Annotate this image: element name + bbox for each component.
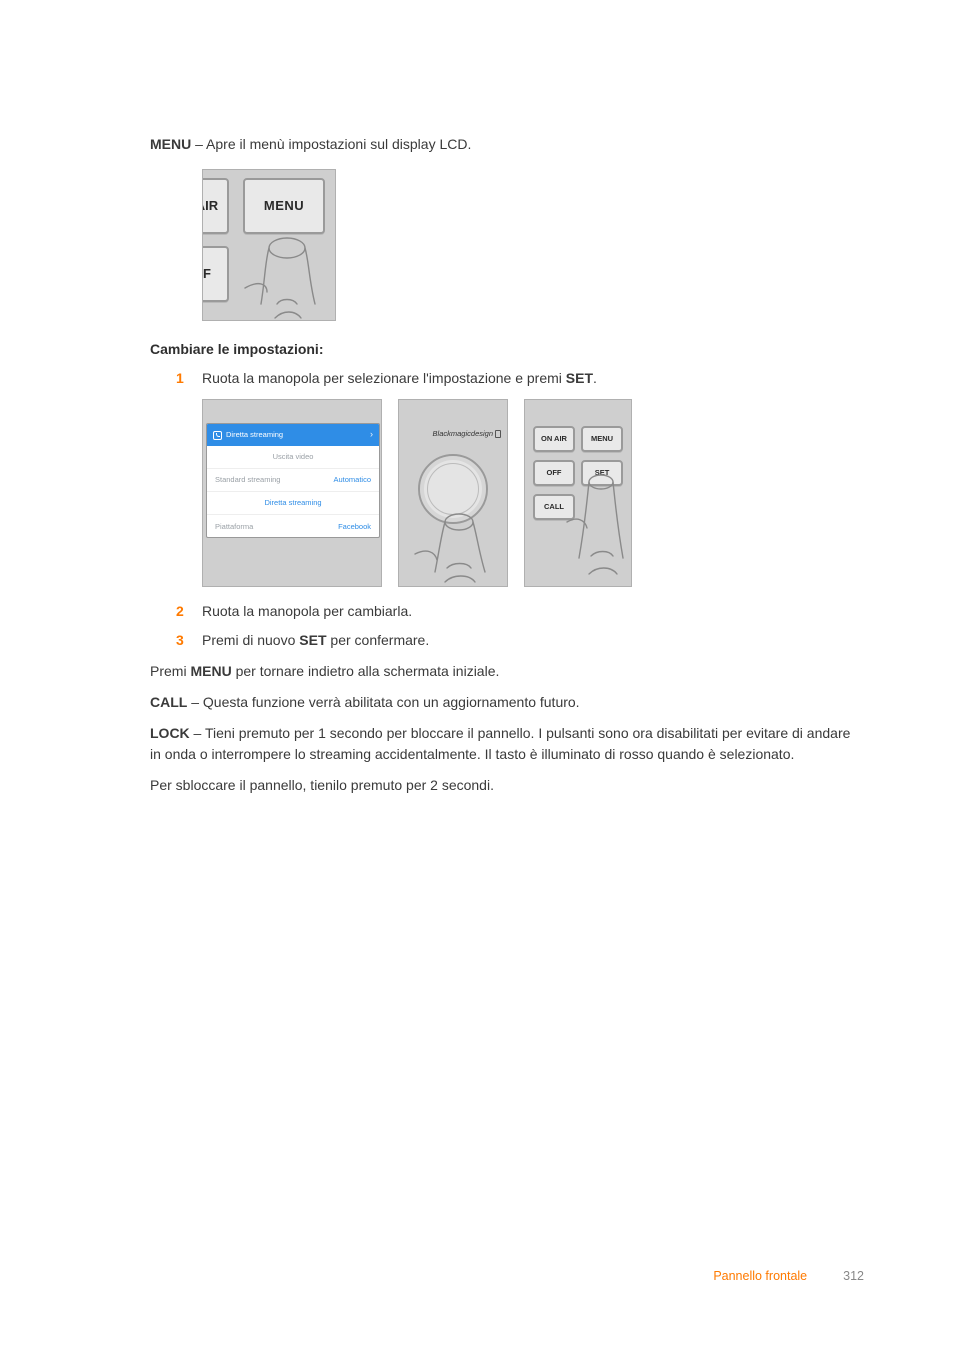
finger-icon (237, 232, 331, 321)
t: LOCK (150, 725, 190, 741)
t: Premi di nuovo (202, 632, 299, 648)
knob-panel: Blackmagicdesign (398, 399, 508, 587)
usb-icon (495, 430, 501, 438)
t: – Tieni premuto per 1 secondo per blocca… (150, 725, 850, 762)
t: SET (566, 370, 593, 386)
finger-icon (405, 512, 505, 587)
step-number: 1 (176, 368, 202, 389)
f-button: F (202, 246, 229, 302)
step-number: 2 (176, 601, 202, 622)
intro-paragraph: MENU – Apre il menù impostazioni sul dis… (150, 134, 864, 155)
page-footer: Pannello frontale 312 (150, 1267, 864, 1286)
t: . (593, 370, 597, 386)
t: Diretta streaming (264, 497, 321, 508)
on-air-button: ON AIR (533, 426, 575, 452)
t: CALL (150, 694, 187, 710)
t: Blackmagicdesign (433, 429, 493, 438)
lcd-title: Diretta streaming (226, 429, 283, 440)
step-2: 2 Ruota la manopola per cambiarla. (150, 601, 864, 622)
t: Uscita video (273, 451, 314, 462)
figure-lcd-knob-buttons: Diretta streaming › Uscita video Standar… (202, 399, 864, 587)
stream-icon (213, 431, 222, 440)
intro-text: – Apre il menù impostazioni sul display … (191, 136, 471, 152)
menu-label: MENU (264, 196, 304, 216)
buttons-panel: ON AIR MENU OFF SET CALL (524, 399, 632, 587)
intro-label: MENU (150, 136, 191, 152)
footer-section: Pannello frontale (713, 1267, 807, 1286)
menu-button: MENU (243, 178, 325, 234)
lcd-screen: Diretta streaming › Uscita video Standar… (206, 423, 380, 538)
t: OFF (547, 467, 562, 478)
step-text: Premi di nuovo SET per confermare. (202, 630, 864, 651)
air-button: AIR (202, 178, 229, 234)
t: MENU (591, 433, 613, 444)
lcd-panel: Diretta streaming › Uscita video Standar… (202, 399, 382, 587)
t: Facebook (338, 521, 371, 532)
t: Automatico (333, 474, 371, 485)
t: per tornare indietro alla schermata iniz… (232, 663, 500, 679)
section-heading: Cambiare le impostazioni: (150, 339, 864, 360)
air-label: AIR (202, 196, 218, 216)
step-1: 1 Ruota la manopola per selezionare l'im… (150, 368, 864, 389)
unlock-paragraph: Per sbloccare il pannello, tienilo premu… (150, 775, 864, 796)
finger-icon (565, 472, 632, 587)
brand-label: Blackmagicdesign (399, 428, 501, 439)
t: MENU (190, 663, 231, 679)
lcd-row-selected: Diretta streaming (207, 492, 379, 515)
menu-button: MENU (581, 426, 623, 452)
lock-paragraph: LOCK – Tieni premuto per 1 secondo per b… (150, 723, 864, 765)
step-text: Ruota la manopola per cambiarla. (202, 601, 864, 622)
lcd-header: Diretta streaming › (207, 424, 379, 446)
t: CALL (544, 501, 564, 512)
t: per confermare. (327, 632, 430, 648)
press-menu-paragraph: Premi MENU per tornare indietro alla sch… (150, 661, 864, 682)
t: Standard streaming (215, 474, 280, 485)
t: Ruota la manopola per selezionare l'impo… (202, 370, 566, 386)
t: – Questa funzione verrà abilitata con un… (187, 694, 579, 710)
t: Premi (150, 663, 190, 679)
step-text: Ruota la manopola per selezionare l'impo… (202, 368, 864, 389)
f-label: F (203, 264, 211, 284)
t: Piattaforma (215, 521, 253, 532)
call-paragraph: CALL – Questa funzione verrà abilitata c… (150, 692, 864, 713)
t: ON AIR (541, 433, 567, 444)
chevron-right-icon: › (370, 428, 373, 442)
figure-menu-press: AIR MENU F (202, 169, 336, 321)
lcd-row: Uscita video (207, 446, 379, 469)
step-3: 3 Premi di nuovo SET per confermare. (150, 630, 864, 651)
step-number: 3 (176, 630, 202, 651)
lcd-row: Standard streaming Automatico (207, 469, 379, 492)
footer-page-number: 312 (843, 1267, 864, 1286)
lcd-row: Piattaforma Facebook (207, 515, 379, 538)
t: SET (299, 632, 326, 648)
